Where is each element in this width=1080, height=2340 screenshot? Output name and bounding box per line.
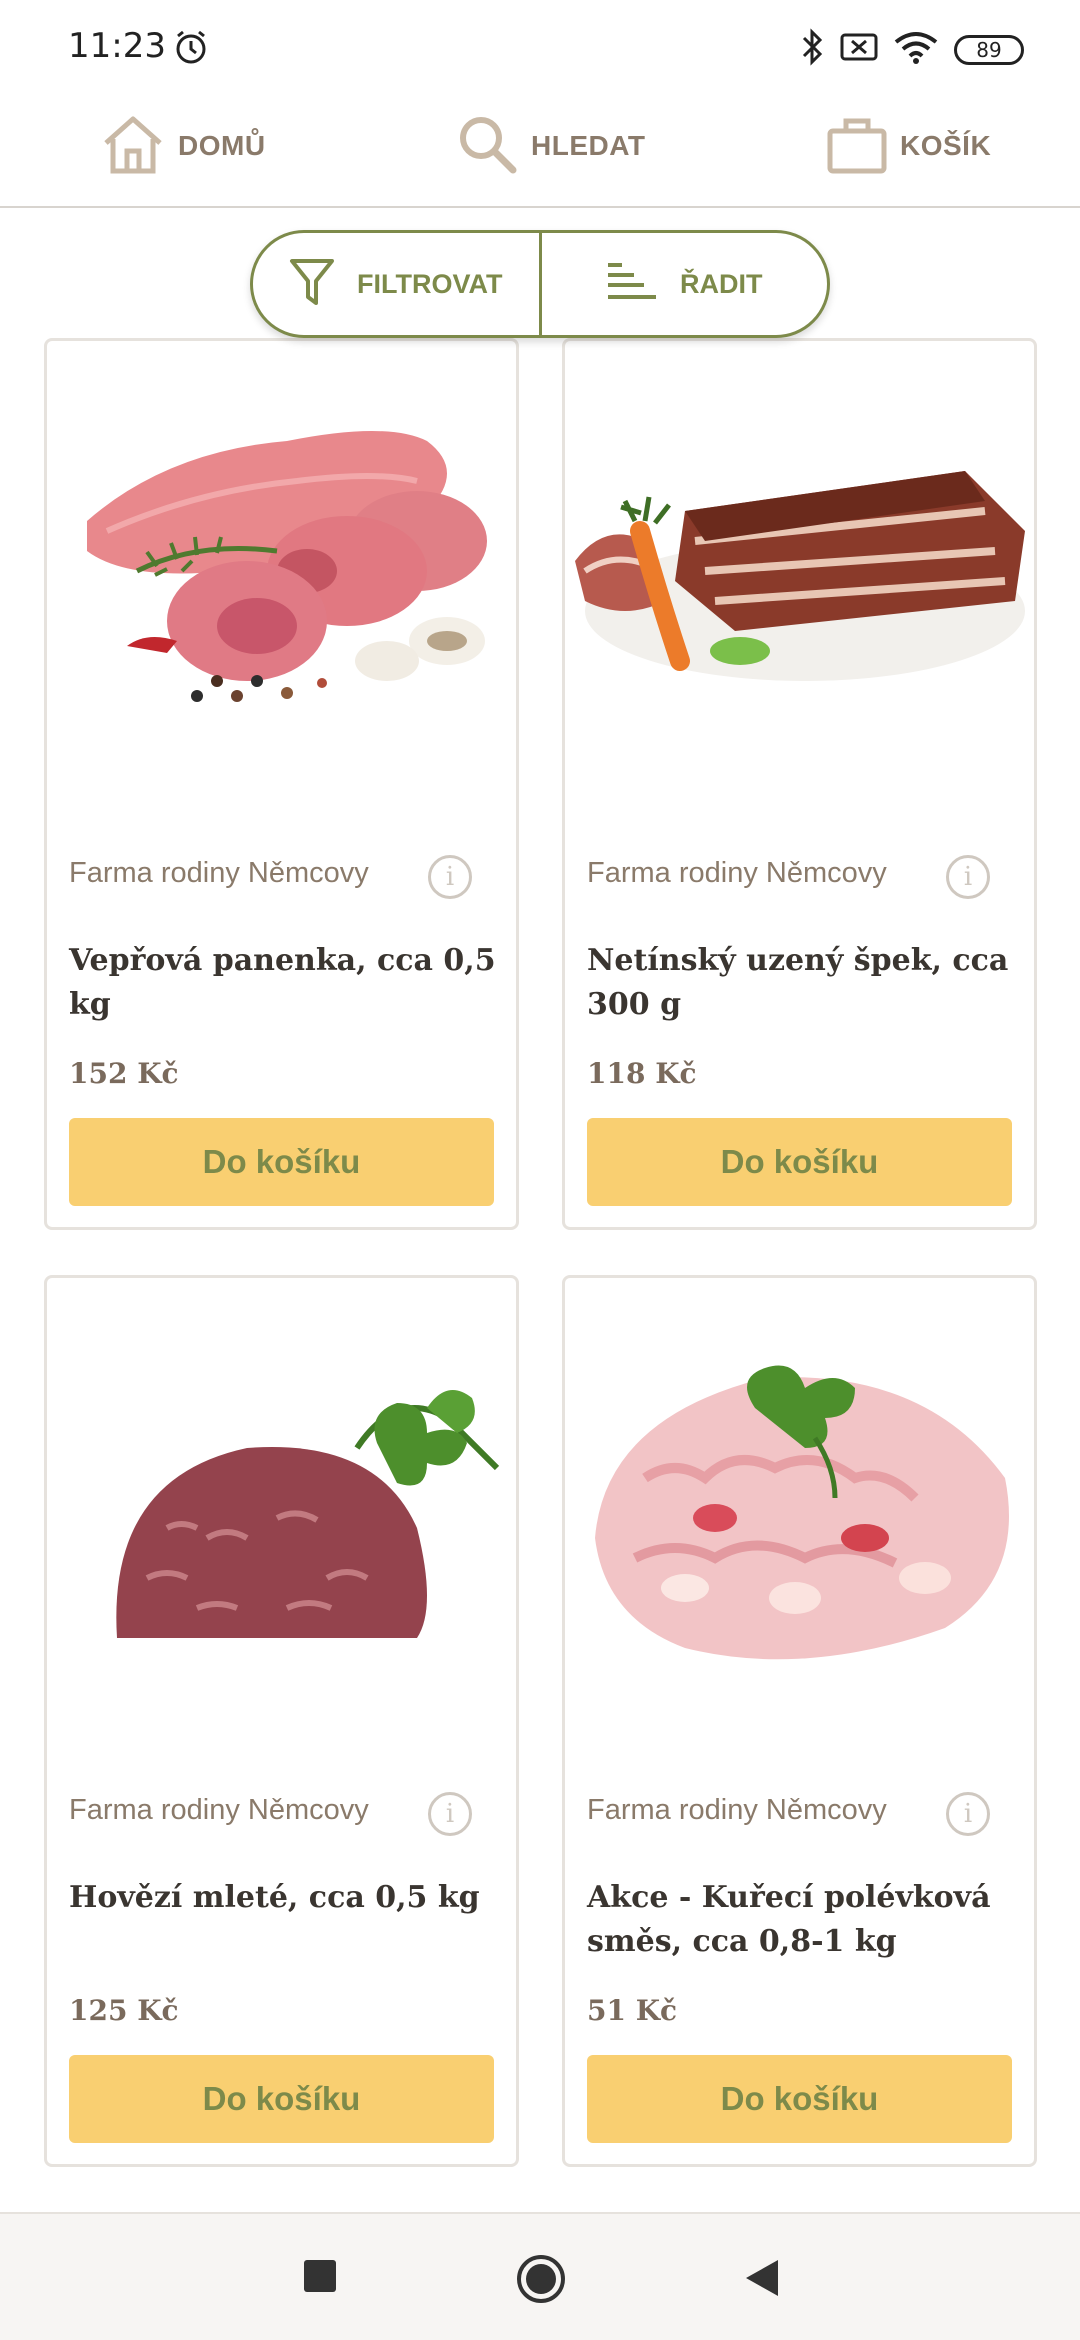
shopping-bag-icon xyxy=(826,113,888,180)
sort-button[interactable]: ŘADIT xyxy=(538,233,828,335)
product-card[interactable]: Farma rodiny Němcovy i Akce - Kuřecí pol… xyxy=(562,1275,1037,2167)
battery-icon: 89 xyxy=(954,34,1024,65)
add-to-cart-button[interactable]: Do košíku xyxy=(69,2055,494,2143)
alarm-icon xyxy=(172,28,210,71)
wifi-icon xyxy=(894,30,938,69)
product-image-smoked-bacon[interactable] xyxy=(565,341,1034,801)
filter-sort-bar: FILTROVAT ŘADIT xyxy=(250,230,830,338)
bluetooth-icon xyxy=(800,28,824,71)
info-icon[interactable]: i xyxy=(428,855,472,899)
status-time: 11:23 xyxy=(68,26,166,66)
product-price: 152 Kč xyxy=(69,1057,179,1090)
filter-icon xyxy=(289,257,335,312)
search-icon xyxy=(455,112,519,181)
product-card[interactable]: Farma rodiny Němcovy i Hovězí mleté, cca… xyxy=(44,1275,519,2167)
add-to-cart-button[interactable]: Do košíku xyxy=(69,1118,494,1206)
top-navigation: DOMŮ HLEDAT KOŠÍK xyxy=(0,90,1080,208)
nav-cart-label: KOŠÍK xyxy=(900,130,992,161)
add-to-cart-button[interactable]: Do košíku xyxy=(587,2055,1012,2143)
nav-home[interactable]: DOMŮ xyxy=(100,112,266,180)
product-image-pork-tenderloin[interactable] xyxy=(47,341,516,801)
product-price: 51 Kč xyxy=(587,1994,678,2027)
farm-name: Farma rodiny Němcovy xyxy=(587,857,887,889)
nav-search[interactable]: HLEDAT xyxy=(455,112,645,180)
status-bar: 11:23 89 xyxy=(0,0,1080,90)
nav-cart[interactable]: KOŠÍK xyxy=(826,112,991,180)
product-price: 125 Kč xyxy=(69,1994,179,2027)
farm-name: Farma rodiny Němcovy xyxy=(69,1794,369,1826)
farm-name: Farma rodiny Němcovy xyxy=(587,1794,887,1826)
product-name: Netínský uzený špek, cca 300 g xyxy=(587,943,1009,1022)
recents-button[interactable] xyxy=(302,2258,338,2299)
filter-label: FILTROVAT xyxy=(357,268,503,299)
product-price: 118 Kč xyxy=(587,1057,697,1090)
product-card[interactable]: Farma rodiny Němcovy i Netínský uzený šp… xyxy=(562,338,1037,1230)
system-navigation-bar xyxy=(0,2212,1080,2340)
sort-label: ŘADIT xyxy=(680,268,763,299)
product-card[interactable]: Farma rodiny Němcovy i Vepřová panenka, … xyxy=(44,338,519,1230)
farm-name: Farma rodiny Němcovy xyxy=(69,857,369,889)
home-button[interactable] xyxy=(516,2254,566,2309)
product-name: Akce - Kuřecí polévková směs, cca 0,8-1 … xyxy=(587,1880,991,1959)
nav-search-label: HLEDAT xyxy=(531,130,646,161)
sort-icon xyxy=(606,259,658,310)
info-icon[interactable]: i xyxy=(428,1792,472,1836)
product-image-chicken-soup-mix[interactable] xyxy=(565,1278,1034,1738)
back-button[interactable] xyxy=(744,2258,780,2303)
home-icon xyxy=(100,113,166,180)
sim-off-icon xyxy=(840,32,878,67)
filter-button[interactable]: FILTROVAT xyxy=(253,233,539,335)
product-image-ground-beef[interactable] xyxy=(47,1278,516,1738)
product-name: Hovězí mleté, cca 0,5 kg xyxy=(69,1880,480,1915)
add-to-cart-button[interactable]: Do košíku xyxy=(587,1118,1012,1206)
info-icon[interactable]: i xyxy=(946,855,990,899)
product-name: Vepřová panenka, cca 0,5 kg xyxy=(69,943,496,1022)
nav-home-label: DOMŮ xyxy=(178,130,266,161)
info-icon[interactable]: i xyxy=(946,1792,990,1836)
